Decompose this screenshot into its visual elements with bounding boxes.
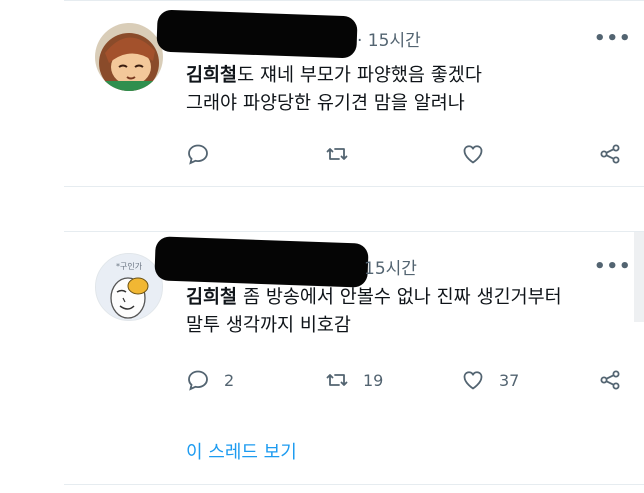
- more-icon[interactable]: •••: [594, 28, 632, 49]
- like-button[interactable]: [461, 139, 485, 169]
- retweet-icon: [326, 148, 348, 160]
- share-button[interactable]: [598, 139, 622, 169]
- like-icon: [463, 371, 483, 390]
- tweet-text: 김희철도 쟤네 부모가 파양했음 좋겠다 그래야 파양당한 유기견 맘을 알려나: [186, 62, 482, 118]
- retweet-button[interactable]: [325, 139, 349, 169]
- reply-button[interactable]: 2: [186, 365, 234, 395]
- redacted-username: [156, 9, 358, 59]
- avatar[interactable]: [95, 23, 163, 91]
- tweet-line-2: 말투 생각까지 비호감: [186, 315, 351, 336]
- reply-button[interactable]: [186, 139, 210, 169]
- retweet-icon: [326, 374, 348, 386]
- tweet-line-1: 김희철 좀 방송에서 안볼수 없나 진짜 생긴거부터: [186, 284, 562, 312]
- mention-name: 김희철: [186, 287, 238, 308]
- tweet-text: 김희철 좀 방송에서 안볼수 없나 진짜 생긴거부터 말투 생각까지 비호감: [186, 284, 562, 340]
- retweet-button[interactable]: 19: [325, 365, 383, 395]
- retweet-count: 19: [363, 370, 384, 390]
- avatar-caption: *구인가: [116, 261, 143, 271]
- like-icon: [463, 145, 483, 164]
- redacted-username: [154, 236, 369, 288]
- avatar-illustration: [95, 23, 163, 91]
- tweet-time[interactable]: · 15시간: [357, 26, 421, 51]
- like-button[interactable]: 37: [461, 365, 519, 395]
- tweet-actions: [186, 139, 626, 169]
- avatar-illustration: *구인가: [96, 254, 162, 320]
- reply-icon: [188, 370, 208, 391]
- tweet-actions: 2 19 37: [186, 365, 626, 395]
- tweet-2[interactable]: *구인가 15시간 ••• 김희철 좀 방송에서 안볼수 없나 진짜 생긴거부터…: [0, 232, 644, 493]
- share-icon: [600, 370, 620, 390]
- tweet-1[interactable]: · 15시간 ••• 김희철도 쟤네 부모가 파양했음 좋겠다 그래야 파양당한…: [0, 0, 644, 186]
- tweet-line-2: 그래야 파양당한 유기견 맘을 알려나: [186, 93, 465, 114]
- reply-count: 2: [224, 370, 235, 390]
- bottom-divider: [64, 484, 644, 485]
- tweet-time[interactable]: 15시간: [364, 254, 417, 279]
- mention-name: 김희철: [186, 65, 238, 86]
- tweet-line-1-rest: 도 쟤네 부모가 파양했음 좋겠다: [237, 65, 482, 86]
- tweet-line-1: 김희철도 쟤네 부모가 파양했음 좋겠다: [186, 62, 482, 90]
- share-icon: [600, 144, 620, 164]
- more-icon[interactable]: •••: [594, 256, 632, 277]
- like-count: 37: [499, 370, 520, 390]
- reply-icon: [188, 144, 208, 165]
- tweet-line-1-rest: 좀 방송에서 안볼수 없나 진짜 생긴거부터: [237, 287, 562, 308]
- tweet-gap-divider: [64, 186, 644, 232]
- share-button[interactable]: [598, 365, 622, 395]
- show-thread-link[interactable]: 이 스레드 보기: [186, 438, 297, 464]
- avatar[interactable]: *구인가: [95, 253, 163, 321]
